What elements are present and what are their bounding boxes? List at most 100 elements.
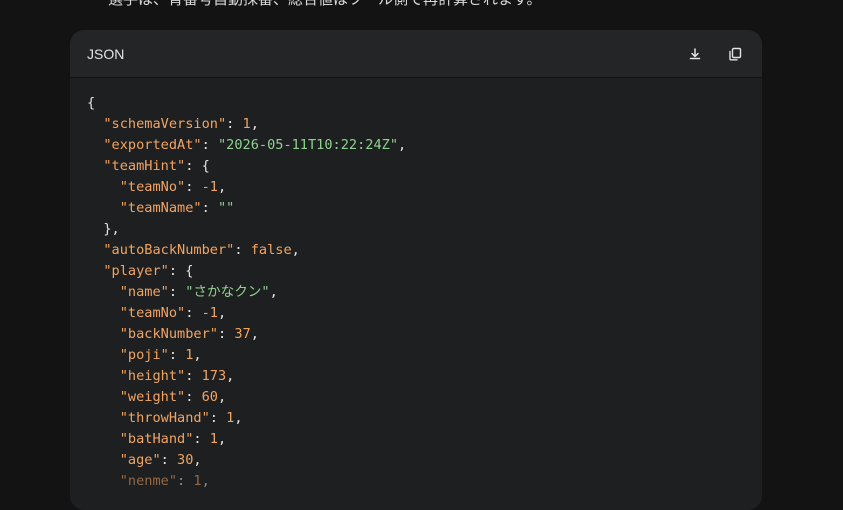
code-line: "name": "さかなクン", bbox=[87, 282, 745, 303]
code-block-header: JSON bbox=[70, 30, 762, 78]
code-token: , bbox=[217, 431, 227, 447]
code-token: }, bbox=[87, 221, 120, 237]
code-token: "teamHint" bbox=[103, 158, 186, 174]
code-line: "teamHint": { bbox=[87, 156, 745, 177]
code-token: , bbox=[193, 452, 202, 468]
code-token: "height" bbox=[119, 368, 186, 384]
code-token: : bbox=[217, 326, 235, 342]
code-token: "name" bbox=[119, 284, 169, 300]
code-line: "exportedAt": "2026-05-11T10:22:24Z", bbox=[87, 135, 745, 156]
code-token: "さかなクン" bbox=[185, 284, 270, 300]
preceding-text: 選手は、背番号自動採番、総合値はツール側で再計算されます。 bbox=[108, 0, 542, 9]
code-token: "2026-05-11T10:22:24Z" bbox=[217, 137, 399, 153]
code-token: "autoBackNumber" bbox=[103, 242, 235, 258]
code-token: 1 bbox=[242, 116, 251, 132]
download-icon[interactable] bbox=[684, 43, 706, 65]
code-token: , bbox=[250, 116, 259, 132]
code-token: "teamNo" bbox=[119, 305, 186, 321]
code-token: , bbox=[291, 242, 300, 258]
code-token: "poji" bbox=[119, 347, 169, 363]
code-line: }, bbox=[87, 219, 745, 240]
code-token: : bbox=[193, 431, 210, 447]
code-token: : bbox=[168, 284, 186, 300]
code-token: , bbox=[398, 137, 407, 153]
code-token: : { bbox=[168, 263, 194, 279]
code-token: "throwHand" bbox=[119, 410, 210, 426]
code-line: "age": 30, bbox=[87, 450, 745, 471]
code-actions bbox=[684, 43, 746, 65]
code-language-label: JSON bbox=[87, 45, 125, 62]
code-token: : bbox=[201, 200, 218, 216]
code-token: : { bbox=[185, 158, 210, 174]
code-line: "player": { bbox=[87, 261, 745, 282]
code-line: "backNumber": 37, bbox=[87, 324, 745, 345]
code-token: : bbox=[226, 116, 243, 132]
code-token: : bbox=[234, 242, 251, 258]
code-token: "nenme" bbox=[119, 473, 178, 489]
code-token: : bbox=[185, 368, 202, 384]
code-line: "teamName": "" bbox=[87, 198, 745, 219]
code-token: , bbox=[234, 410, 243, 426]
code-token: "player" bbox=[103, 263, 169, 279]
code-token: "weight" bbox=[119, 389, 186, 405]
code-token: { bbox=[87, 95, 96, 111]
code-token: 60 bbox=[201, 389, 218, 405]
code-token: "batHand" bbox=[119, 431, 194, 447]
code-line: "batHand": 1, bbox=[87, 429, 745, 450]
code-token: : bbox=[185, 389, 202, 405]
code-token: , bbox=[226, 368, 235, 384]
code-token: : bbox=[177, 473, 194, 489]
code-token: , bbox=[269, 284, 278, 300]
code-token: false bbox=[250, 242, 292, 258]
code-token: "age" bbox=[119, 452, 161, 468]
code-token: -1 bbox=[201, 179, 218, 195]
code-token: , bbox=[193, 347, 202, 363]
code-line: { bbox=[87, 93, 745, 114]
code-token: : bbox=[160, 452, 178, 468]
code-line: "teamNo": -1, bbox=[87, 303, 745, 324]
code-line: "weight": 60, bbox=[87, 387, 745, 408]
code-token: "teamNo" bbox=[119, 179, 186, 195]
code-token: : bbox=[201, 137, 218, 153]
copy-icon[interactable] bbox=[724, 43, 746, 65]
code-token: 1 bbox=[209, 431, 218, 447]
code-token: , bbox=[250, 326, 259, 342]
code-token: "" bbox=[217, 200, 235, 216]
code-line: "poji": 1, bbox=[87, 345, 745, 366]
code-token: 173 bbox=[201, 368, 227, 384]
code-token: , bbox=[201, 473, 210, 489]
code-token: "backNumber" bbox=[119, 326, 218, 342]
code-token: : bbox=[168, 347, 186, 363]
code-token: "schemaVersion" bbox=[103, 116, 227, 132]
code-token: : bbox=[209, 410, 227, 426]
code-token: "exportedAt" bbox=[103, 137, 202, 153]
code-token: : bbox=[185, 305, 202, 321]
code-line: "teamNo": -1, bbox=[87, 177, 745, 198]
code-token: "teamName" bbox=[119, 200, 202, 216]
code-token: : bbox=[185, 179, 202, 195]
code-token: 30 bbox=[177, 452, 194, 468]
code-token: , bbox=[217, 389, 227, 405]
code-line: "height": 173, bbox=[87, 366, 745, 387]
code-content[interactable]: { "schemaVersion": 1, "exportedAt": "202… bbox=[70, 78, 762, 492]
code-token: 37 bbox=[234, 326, 251, 342]
code-token: , bbox=[217, 305, 227, 321]
code-line: "nenme": 1, bbox=[87, 471, 745, 492]
code-token: , bbox=[217, 179, 227, 195]
code-line: "autoBackNumber": false, bbox=[87, 240, 745, 261]
code-line: "schemaVersion": 1, bbox=[87, 114, 745, 135]
